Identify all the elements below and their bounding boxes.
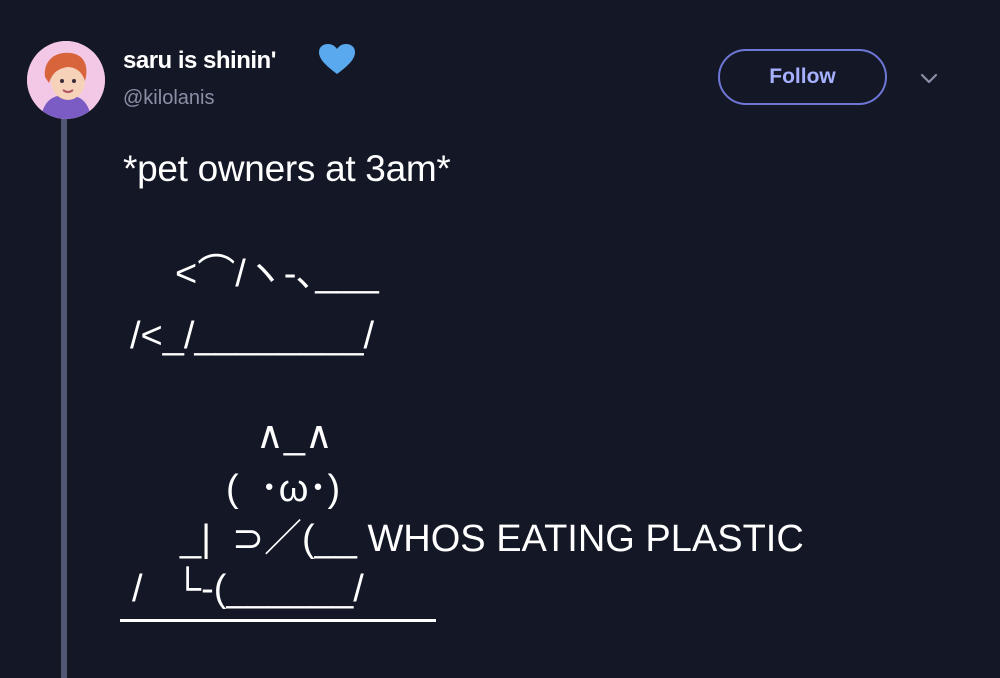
ascii-art-line-5: _| ⊃／(__ WHOS EATING PLASTIC [180, 518, 804, 560]
ascii-art-line-6: / └-(______/ [132, 568, 364, 610]
ascii-art-line-4: ( ･ω･) [226, 468, 341, 510]
follow-button[interactable]: Follow [718, 49, 887, 105]
ascii-art-line-1: <⌒/ヽ-､___ [175, 253, 379, 295]
handle[interactable]: @kilolanis [123, 87, 214, 110]
chevron-down-icon[interactable] [919, 71, 939, 85]
ascii-art-line-3: ∧_∧ [256, 415, 333, 457]
blue-heart-icon [319, 44, 355, 74]
thread-line [61, 118, 67, 678]
ascii-art-line-2: /<_/________/ [130, 315, 375, 357]
avatar-icon [27, 41, 105, 119]
display-name[interactable]: saru is shinin' [123, 47, 276, 75]
tweet-text: *pet owners at 3am* [123, 148, 451, 189]
ascii-art-underline [120, 619, 436, 622]
avatar[interactable] [27, 41, 105, 119]
